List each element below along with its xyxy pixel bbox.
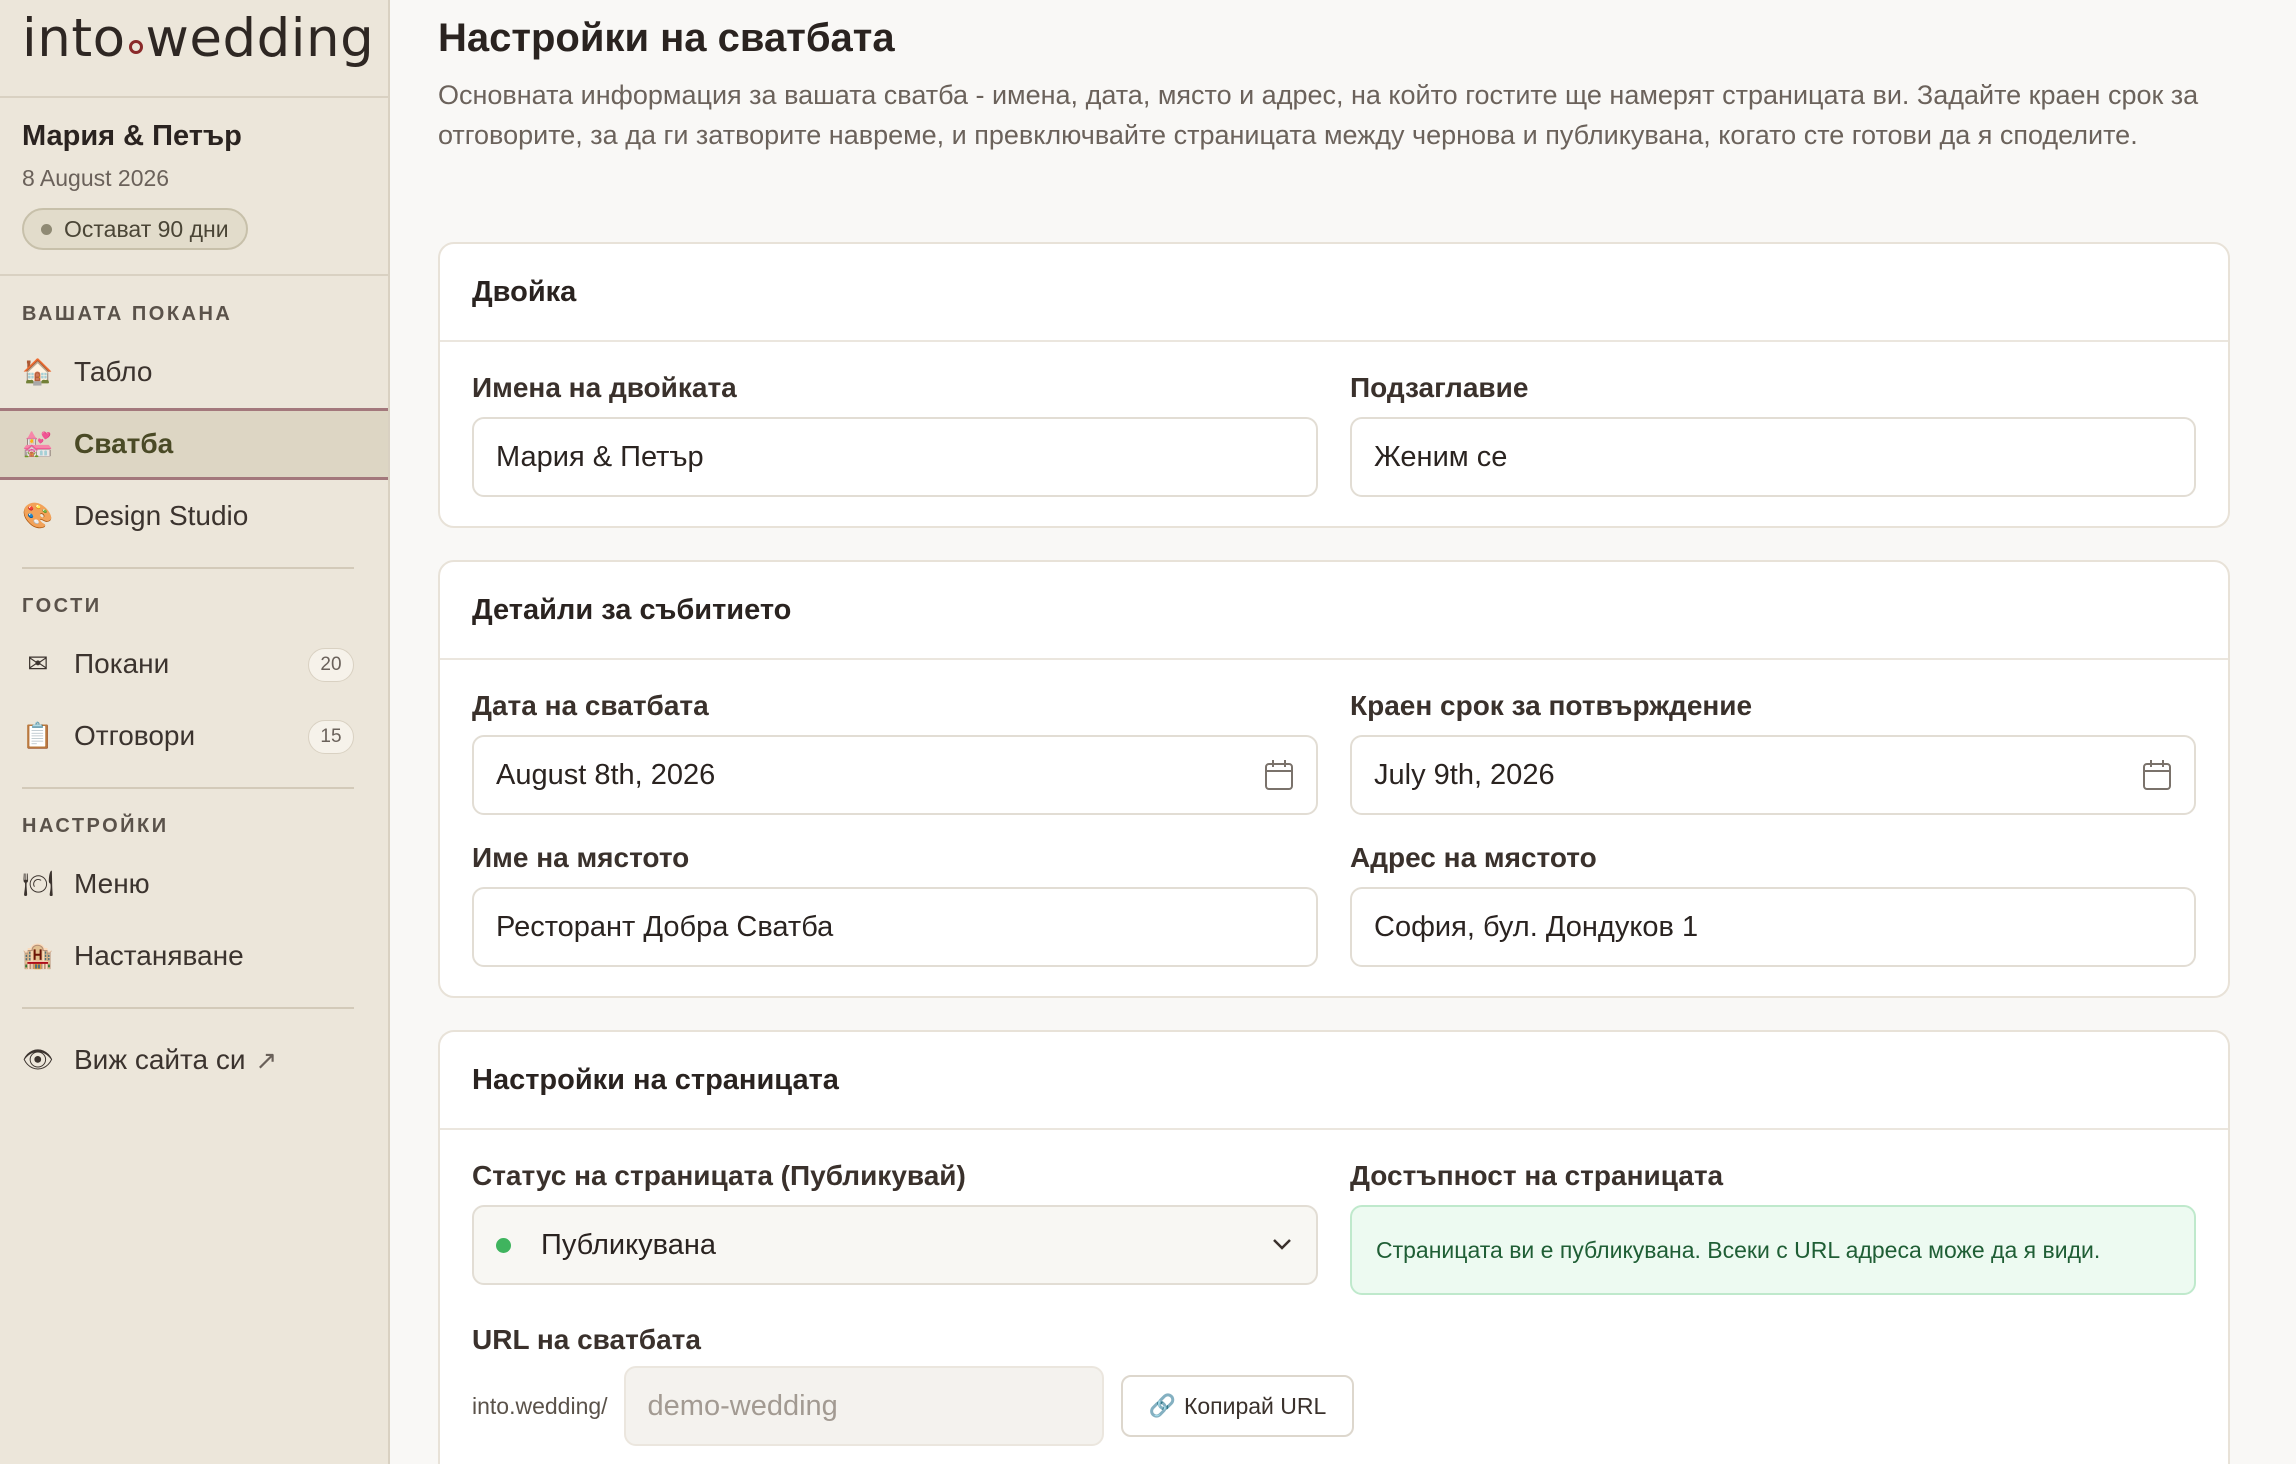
sidebar-item-accommodation[interactable]: 🏨 Настаняване bbox=[0, 920, 388, 992]
couple-names-field: Имена на двойката Мария & Петър bbox=[472, 372, 1318, 497]
sidebar-item-invitations[interactable]: ✉ Покани 20 bbox=[0, 628, 388, 700]
url-slug-input[interactable]: demo-wedding bbox=[623, 1366, 1104, 1446]
palette-icon: 🎨 bbox=[22, 501, 54, 530]
countdown-dot-icon bbox=[41, 223, 52, 235]
main-content: Настройки на сватбата Основната информац… bbox=[438, 0, 2230, 1464]
section-title-invitation: ВАШАТА ПОКАНА bbox=[22, 303, 233, 325]
sidebar-item-dashboard[interactable]: 🏠 Табло bbox=[0, 336, 388, 408]
rsvp-deadline-label: Краен срок за потвърждение bbox=[1350, 690, 1753, 721]
page-status-label: Статус на страницата (Публикувай) bbox=[472, 1160, 966, 1191]
hotel-icon: 🏨 bbox=[22, 941, 54, 970]
page-visibility-label: Достъпност на страницата bbox=[1350, 1160, 1724, 1191]
couple-names-label: Имена на двойката bbox=[472, 372, 737, 403]
couple-card: Двойка Имена на двойката Мария & Петър П… bbox=[438, 242, 2230, 528]
event-card-title: Детайли за събитието bbox=[440, 562, 2228, 660]
calendar-icon[interactable] bbox=[2142, 759, 2172, 791]
subtitle-input[interactable]: Женим се bbox=[1350, 417, 2196, 497]
status-dot-icon bbox=[496, 1237, 511, 1253]
wedding-date-input[interactable]: August 8th, 2026 bbox=[472, 735, 1318, 815]
venue-address-field: Адрес на мястото София, бул. Дондуков 1 bbox=[1350, 842, 2196, 967]
logo[interactable]: into wedding bbox=[0, 0, 388, 98]
page-visibility-field: Достъпност на страницата Страницата ви е… bbox=[1350, 1160, 2196, 1295]
eye-icon: 👁 bbox=[22, 1045, 54, 1074]
responses-count-badge: 15 bbox=[308, 720, 354, 754]
wedding-date: 8 August 2026 bbox=[22, 165, 170, 191]
wedding-url-field: URL на сватбата bbox=[472, 1324, 1318, 1356]
venue-name-input[interactable]: Ресторант Добра Сватба bbox=[472, 887, 1318, 967]
sidebar-item-menu[interactable]: 🍽 Меню bbox=[0, 848, 388, 920]
venue-address-input[interactable]: София, бул. Дондуков 1 bbox=[1350, 887, 2196, 967]
wedding-summary: Мария & Петър 8 August 2026 Остават 90 д… bbox=[0, 98, 388, 276]
countdown-badge: Остават 90 дни bbox=[22, 208, 248, 250]
logo-ring-icon bbox=[128, 40, 143, 54]
page-description: Основната информация за вашата сватба - … bbox=[438, 80, 2199, 150]
section-title-guests: ГОСТИ bbox=[22, 595, 102, 617]
view-site-link[interactable]: 👁 Виж сайта си ↗ bbox=[0, 1024, 388, 1096]
venue-name-field: Име на мястото Ресторант Добра Сватба bbox=[472, 842, 1318, 967]
sidebar-item-design-studio[interactable]: 🎨 Design Studio bbox=[0, 480, 388, 552]
wedding-url-label: URL на сватбата bbox=[472, 1324, 701, 1355]
fork-knife-plate-icon: 🍽 bbox=[22, 869, 54, 898]
couple-card-title: Двойка bbox=[440, 244, 2228, 342]
section-title-settings: НАСТРОЙКИ bbox=[22, 815, 169, 837]
couple-names-input[interactable]: Мария & Петър bbox=[472, 417, 1318, 497]
couple-name: Мария & Петър bbox=[22, 120, 242, 152]
rsvp-deadline-input[interactable]: July 9th, 2026 bbox=[1350, 735, 2196, 815]
clipboard-icon: 📋 bbox=[22, 721, 54, 750]
page-card-title: Настройки на страницата bbox=[440, 1032, 2228, 1130]
url-row: into.wedding/ demo-wedding 🔗 Копирай URL bbox=[472, 1366, 1355, 1446]
venue-name-label: Име на мястото bbox=[472, 842, 690, 873]
page-title: Настройки на сватбата bbox=[438, 16, 895, 60]
sidebar: into wedding Мария & Петър 8 August 2026 … bbox=[0, 0, 390, 1464]
venue-address-label: Адрес на мястото bbox=[1350, 842, 1597, 873]
sidebar-item-responses[interactable]: 📋 Отговори 15 bbox=[0, 700, 388, 772]
visibility-notice: Страницата ви е публикувана. Всеки с URL… bbox=[1350, 1205, 2196, 1295]
page-status-select[interactable]: Публикувана bbox=[472, 1205, 1318, 1285]
url-prefix: into.wedding/ bbox=[472, 1392, 608, 1419]
copy-url-button[interactable]: 🔗 Копирай URL bbox=[1120, 1375, 1355, 1437]
external-link-icon: ↗ bbox=[255, 1044, 278, 1075]
subtitle-field: Подзаглавие Женим се bbox=[1350, 372, 2196, 497]
link-icon: 🔗 bbox=[1148, 1393, 1176, 1418]
house-icon: 🏠 bbox=[22, 357, 54, 386]
envelope-icon: ✉ bbox=[27, 650, 49, 678]
subtitle-label: Подзаглавие bbox=[1350, 372, 1529, 403]
calendar-icon[interactable] bbox=[1264, 759, 1294, 791]
wedding-date-label: Дата на сватбата bbox=[472, 690, 709, 721]
chevron-down-icon bbox=[1273, 1239, 1291, 1250]
event-details-card: Детайли за събитието Дата на сватбата Au… bbox=[438, 560, 2230, 998]
wedding-date-field: Дата на сватбата August 8th, 2026 bbox=[472, 690, 1318, 815]
page-settings-card: Настройки на страницата Статус на страни… bbox=[438, 1030, 2230, 1464]
invitations-count-badge: 20 bbox=[308, 648, 354, 682]
rsvp-deadline-field: Краен срок за потвърждение July 9th, 202… bbox=[1350, 690, 2196, 815]
sidebar-item-wedding[interactable]: 💒 Сватба bbox=[0, 408, 388, 480]
wedding-chapel-icon: 💒 bbox=[22, 429, 54, 458]
page-status-field: Статус на страницата (Публикувай) Публик… bbox=[472, 1160, 1318, 1285]
